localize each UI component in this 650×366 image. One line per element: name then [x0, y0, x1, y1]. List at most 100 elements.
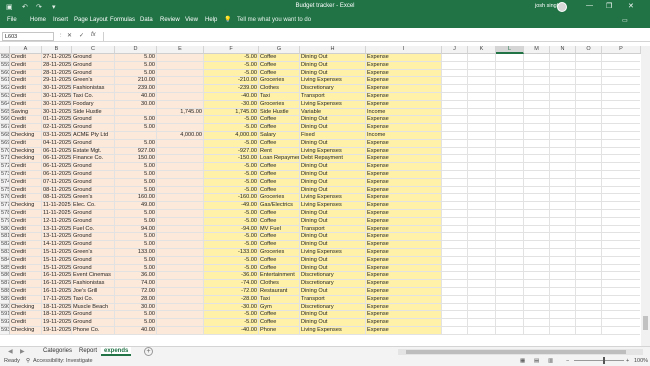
cell-j[interactable] — [442, 69, 468, 78]
cell-o[interactable] — [576, 288, 602, 296]
cell-payee[interactable]: Green's — [72, 249, 115, 257]
cell-net[interactable]: -5.00 — [204, 61, 259, 70]
column-header-b[interactable]: B — [42, 46, 72, 54]
prev-sheet-icon[interactable]: ◀ — [8, 348, 13, 355]
cell-type[interactable]: Checking — [10, 155, 42, 164]
cell-credit[interactable] — [157, 311, 204, 320]
next-sheet-icon[interactable]: ▶ — [20, 348, 25, 355]
cell-category[interactable]: Coffee — [259, 311, 300, 320]
cell-m[interactable] — [524, 241, 550, 249]
column-header-p[interactable]: P — [602, 46, 641, 54]
cell-kind[interactable]: Expense — [366, 100, 442, 109]
cell-k[interactable] — [468, 108, 496, 117]
cell-j[interactable] — [442, 225, 468, 234]
cell-k[interactable] — [468, 194, 496, 203]
cell-group[interactable]: Living Expenses — [300, 77, 366, 86]
cell-k[interactable] — [468, 100, 496, 109]
cell-payee[interactable]: Muscle Beach — [72, 303, 115, 312]
column-header-d[interactable]: D — [115, 46, 157, 54]
cell-date[interactable]: 18-11-2025 — [42, 311, 72, 320]
cell-group[interactable]: Dining Out — [300, 54, 366, 62]
cell-category[interactable]: Restaurant — [259, 288, 300, 296]
cell-o[interactable] — [576, 202, 602, 210]
column-header-m[interactable]: M — [524, 46, 550, 54]
cell-l[interactable] — [496, 77, 524, 86]
cell-k[interactable] — [468, 155, 496, 164]
cell-j[interactable] — [442, 85, 468, 93]
column-header-o[interactable]: O — [576, 46, 602, 54]
cell-o[interactable] — [576, 69, 602, 78]
cell-net[interactable]: 1,745.00 — [204, 108, 259, 117]
cell-credit[interactable] — [157, 139, 204, 148]
cell-kind[interactable]: Expense — [366, 311, 442, 320]
cell-k[interactable] — [468, 69, 496, 78]
cell-type[interactable]: Credit — [10, 139, 42, 148]
worksheet-grid[interactable]: 558 Credit 27-11-2025 Ground 5.00 -5.00 Coffee… — [0, 54, 640, 346]
tab-home[interactable]: Home — [30, 17, 46, 23]
cell-payee[interactable]: Ground — [72, 61, 115, 70]
cell-k[interactable] — [468, 280, 496, 288]
cell-debit[interactable]: 74.00 — [115, 280, 157, 288]
cell-m[interactable] — [524, 288, 550, 296]
cell-date[interactable]: 12-11-2025 — [42, 217, 72, 226]
cell-type[interactable]: Checking — [10, 132, 42, 140]
sheet-tab-categories[interactable]: Categories — [40, 347, 75, 356]
cell-payee[interactable]: Event Cinemas — [72, 272, 115, 281]
cell-j[interactable] — [442, 171, 468, 179]
row-header[interactable]: 585 — [0, 264, 10, 273]
cell-k[interactable] — [468, 217, 496, 226]
cell-debit[interactable] — [115, 108, 157, 117]
cell-payee[interactable]: Ground — [72, 178, 115, 187]
cell-kind[interactable]: Expense — [366, 93, 442, 101]
cell-payee[interactable]: Ground — [72, 54, 115, 62]
cell-type[interactable]: Credit — [10, 217, 42, 226]
cell-k[interactable] — [468, 116, 496, 125]
cell-credit[interactable] — [157, 186, 204, 195]
cell-k[interactable] — [468, 233, 496, 242]
page-break-view-icon[interactable]: ▥ — [548, 358, 553, 364]
zoom-out-icon[interactable]: − — [566, 358, 569, 364]
cell-j[interactable] — [442, 132, 468, 140]
cell-type[interactable]: Credit — [10, 210, 42, 218]
cell-n[interactable] — [550, 69, 576, 78]
row-header[interactable]: 582 — [0, 241, 10, 249]
zoom-slider-knob[interactable] — [603, 357, 605, 364]
cell-payee[interactable]: Ground — [72, 163, 115, 171]
cell-category[interactable]: Coffee — [259, 139, 300, 148]
tab-page-layout[interactable]: Page Layout — [74, 17, 108, 23]
row-header[interactable]: 567 — [0, 124, 10, 132]
row-header[interactable]: 571 — [0, 155, 10, 164]
cell-m[interactable] — [524, 100, 550, 109]
cell-payee[interactable]: Fashionistas — [72, 85, 115, 93]
cell-net[interactable]: -210.00 — [204, 77, 259, 86]
cell-p[interactable] — [602, 218, 640, 226]
cell-debit[interactable]: 5.00 — [115, 264, 157, 273]
cell-category[interactable]: Side Hustle — [259, 108, 300, 117]
cell-date[interactable]: 28-11-2025 — [42, 69, 72, 78]
cell-o[interactable] — [576, 319, 602, 327]
cell-o[interactable] — [576, 241, 602, 249]
cell-payee[interactable]: ACME Pty Ltd — [72, 132, 115, 140]
page-layout-view-icon[interactable]: ▤ — [534, 358, 539, 364]
cell-k[interactable] — [468, 272, 496, 281]
row-header[interactable]: 583 — [0, 249, 10, 257]
cell-p[interactable] — [602, 140, 640, 148]
cell-net[interactable]: -5.00 — [204, 264, 259, 273]
cell-kind[interactable]: Expense — [366, 327, 442, 335]
cell-net[interactable]: -5.00 — [204, 116, 259, 125]
row-header[interactable]: 565 — [0, 108, 10, 117]
cell-payee[interactable]: Ground — [72, 241, 115, 249]
cell-o[interactable] — [576, 280, 602, 288]
cell-type[interactable]: Checking — [10, 327, 42, 335]
cell-p[interactable] — [602, 70, 640, 78]
cell-net[interactable]: -5.00 — [204, 233, 259, 242]
insert-function-icon[interactable]: fx — [91, 32, 96, 38]
cell-k[interactable] — [468, 303, 496, 312]
cell-category[interactable]: Coffee — [259, 210, 300, 218]
cell-category[interactable]: Groceries — [259, 77, 300, 86]
cell-m[interactable] — [524, 155, 550, 164]
normal-view-icon[interactable]: ▦ — [520, 358, 525, 364]
cell-date[interactable]: 30-11-2025 — [42, 85, 72, 93]
cell-credit[interactable] — [157, 163, 204, 171]
cell-date[interactable]: 14-11-2025 — [42, 241, 72, 249]
